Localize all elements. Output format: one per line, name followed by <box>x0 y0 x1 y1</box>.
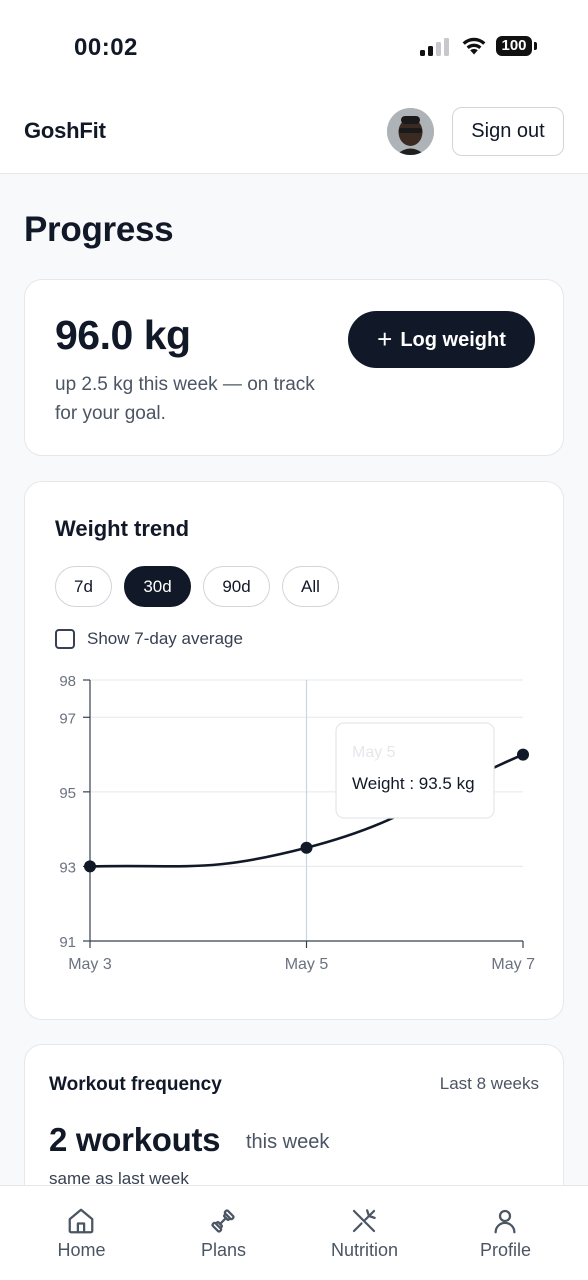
page-title: Progress <box>24 210 174 249</box>
chart-x-tick-label: May 3 <box>68 956 112 973</box>
tab-nutrition-label: Nutrition <box>330 1240 399 1260</box>
weight-trend-card: Weight trend 7d 30d 90d All Show 7-day a… <box>24 481 564 1020</box>
tab-plans-label: Plans <box>200 1240 247 1260</box>
chart-data-point <box>300 841 313 854</box>
current-weight-value: 96.0 kg <box>55 312 191 358</box>
status-time: 00:02 <box>74 34 138 61</box>
dumbbell-icon <box>211 1209 235 1233</box>
chart-tooltip-title: May 5 <box>352 744 396 761</box>
tab-nutrition[interactable]: Nutrition <box>291 1186 438 1280</box>
chart-y-tick-label: 91 <box>59 934 76 951</box>
chart-y-tick-label: 98 <box>59 673 76 690</box>
tab-profile[interactable]: Profile <box>432 1186 579 1280</box>
tab-home-label: Home <box>57 1240 106 1260</box>
weight-change-text: up 2.5 kg this week — on track for your … <box>55 374 315 424</box>
avatar[interactable] <box>387 108 434 155</box>
workout-count-unit: this week <box>246 1131 330 1153</box>
chart-y-tick-label: 95 <box>59 785 76 802</box>
chart-tooltip-label: Weight : 93.5 kg <box>352 774 475 793</box>
workout-frequency-title: Workout frequency <box>49 1074 222 1095</box>
chart-tooltip-box <box>335 722 495 819</box>
tab-plans[interactable]: Plans <box>150 1186 297 1280</box>
utensils-icon <box>352 1209 376 1233</box>
chart-data-point <box>84 860 96 873</box>
user-icon <box>494 1209 516 1234</box>
chart-y-tick-label: 97 <box>59 710 76 727</box>
app-header: GoshFit Sign out <box>0 92 588 174</box>
workout-range-label: Last 8 weeks <box>439 1074 539 1093</box>
chart-x-tick-label: May 5 <box>285 956 329 973</box>
current-weight-card: 96.0 kg up 2.5 kg this week — on track f… <box>24 279 564 456</box>
wifi-icon <box>462 37 486 55</box>
log-weight-button[interactable]: + Log weight <box>348 311 535 368</box>
home-icon <box>68 1208 94 1234</box>
chart-tooltip: May 5 Weight : 93.5 kg <box>335 722 495 819</box>
signal-icon <box>420 38 452 56</box>
weight-trend-chart[interactable]: 91 93 95 97 98 May 3 May 5 May 7 May 5 Weight : 9… <box>25 482 565 1019</box>
chart-data-point <box>517 748 529 761</box>
bottom-tab-bar: Home Plans Nutrition Profile <box>0 1185 588 1280</box>
battery-indicator: 100 <box>496 36 532 56</box>
tab-home[interactable]: Home <box>8 1186 155 1280</box>
plus-icon: + <box>377 324 393 354</box>
battery-tip <box>534 42 537 50</box>
sign-out-button[interactable]: Sign out <box>452 107 564 156</box>
log-weight-label: Log weight <box>400 329 506 351</box>
chart-x-tick-label: May 7 <box>491 956 535 973</box>
tab-profile-label: Profile <box>479 1240 532 1260</box>
workout-count: 2 workouts <box>49 1121 221 1158</box>
brand-logo[interactable]: GoshFit <box>24 118 106 144</box>
chart-y-tick-label: 93 <box>59 859 76 876</box>
status-bar: 00:02 100 <box>0 0 588 92</box>
